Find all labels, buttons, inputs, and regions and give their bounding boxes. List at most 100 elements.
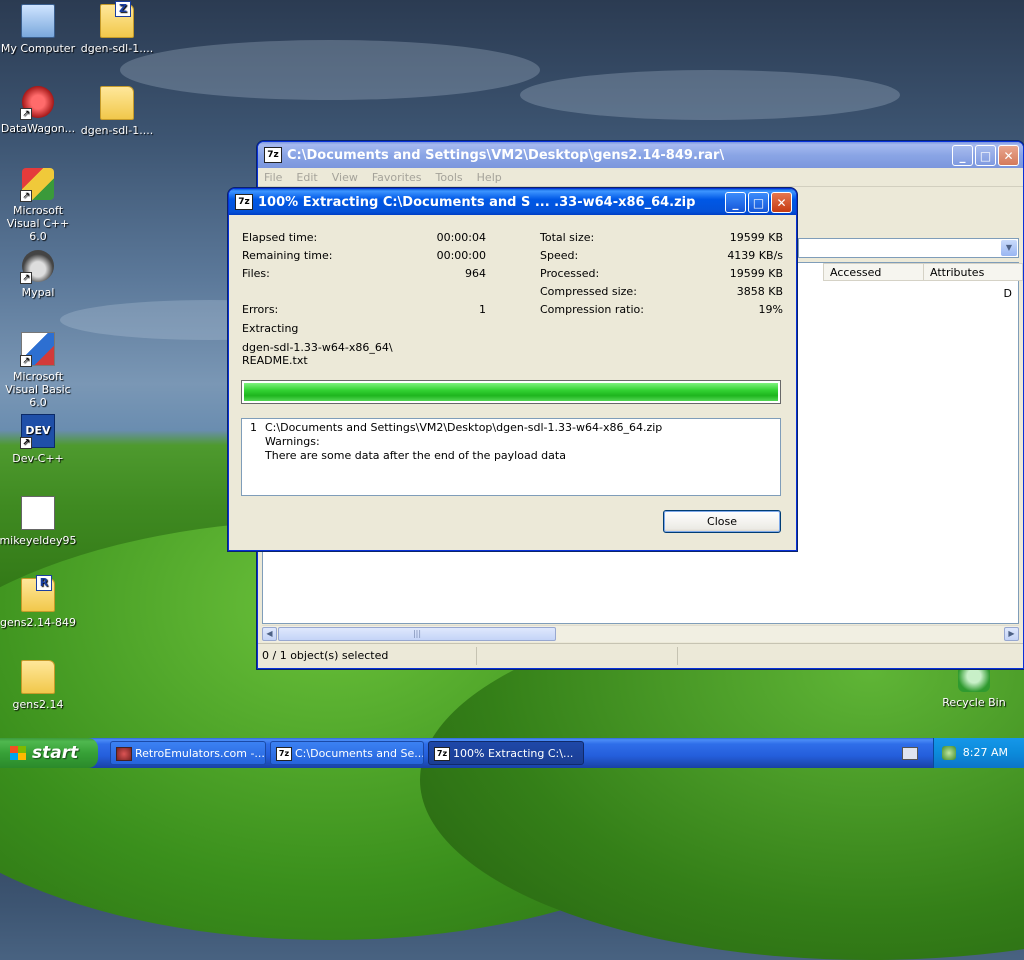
browser-icon bbox=[116, 747, 132, 761]
compressed-size-label: Compressed size: bbox=[540, 285, 637, 298]
computer-icon bbox=[21, 4, 55, 38]
menu-favorites[interactable]: Favorites bbox=[372, 171, 422, 184]
desktop-icon-label: Microsoft Visual C++ 6.0 bbox=[6, 204, 70, 243]
speed-row: Speed: 4139 KB/s bbox=[540, 249, 783, 263]
desktop-icon-visual-basic[interactable]: Microsoft Visual Basic 6.0 bbox=[0, 332, 78, 409]
taskbar-item-archive[interactable]: 7z C:\Documents and Se... bbox=[270, 741, 424, 765]
folder-icon bbox=[100, 86, 134, 120]
start-button[interactable]: start bbox=[0, 738, 98, 768]
message-warnings: Warnings: bbox=[265, 435, 320, 448]
keyboard-icon[interactable] bbox=[902, 747, 918, 760]
clock[interactable]: 8:27 AM bbox=[963, 738, 1008, 768]
windows-logo-icon bbox=[10, 746, 26, 760]
system-tray: 8:27 AM bbox=[933, 738, 1024, 768]
desktop-icon-gens-rar[interactable]: gens2.14-849 bbox=[0, 575, 78, 629]
errors-value: 1 bbox=[479, 303, 486, 316]
desktop-icon-mypal[interactable]: Mypal bbox=[0, 250, 78, 299]
menu-help[interactable]: Help bbox=[477, 171, 502, 184]
scroll-right-button[interactable]: ▶ bbox=[1004, 627, 1019, 641]
desktop-icon-gens-folder[interactable]: gens2.14 bbox=[0, 660, 78, 711]
menu-file[interactable]: File bbox=[264, 171, 282, 184]
menu-view[interactable]: View bbox=[332, 171, 358, 184]
window-title: C:\Documents and Settings\VM2\Desktop\ge… bbox=[287, 147, 725, 163]
desktop-icon-dgen-zip[interactable]: dgen-sdl-1.... bbox=[77, 1, 157, 55]
visual-basic-icon bbox=[20, 332, 55, 367]
desktop-icon-label: My Computer bbox=[0, 42, 76, 55]
message-index: 1 bbox=[250, 421, 257, 434]
desktop-icon-visual-cpp[interactable]: Microsoft Visual C++ 6.0 bbox=[0, 168, 78, 243]
current-file: README.txt bbox=[242, 354, 308, 367]
desktop-icon-datawagon[interactable]: DataWagon... bbox=[0, 86, 78, 135]
taskbar-item-label: RetroEmulators.com -... bbox=[135, 747, 265, 760]
desktop-icon-label: Recycle Bin bbox=[942, 696, 1006, 709]
files-row: Files: 964 bbox=[242, 267, 486, 281]
elapsed-time-value: 00:00:04 bbox=[436, 231, 486, 244]
desktop-icon-label: dgen-sdl-1.... bbox=[80, 42, 154, 55]
processed-value: 19599 KB bbox=[729, 267, 783, 280]
desktop-icon-label: Microsoft Visual Basic 6.0 bbox=[5, 370, 71, 409]
extract-progress-dialog: 7z 100% Extracting C:\Documents and S ..… bbox=[228, 188, 797, 551]
list-item-attributes[interactable]: D bbox=[1004, 287, 1012, 300]
desktop-icon-label: gens2.14-849 bbox=[0, 616, 76, 629]
compression-ratio-label: Compression ratio: bbox=[540, 303, 644, 316]
start-label: start bbox=[32, 743, 79, 763]
taskbar-item-extracting[interactable]: 7z 100% Extracting C:\... bbox=[428, 741, 584, 765]
chevron-down-icon[interactable]: ▼ bbox=[1001, 240, 1017, 256]
extracting-label: Extracting bbox=[242, 322, 299, 335]
progress-bar bbox=[241, 380, 781, 404]
folder-icon bbox=[21, 660, 55, 694]
seven-zip-icon: 7z bbox=[434, 747, 450, 761]
total-size-value: 19599 KB bbox=[729, 231, 783, 244]
progress-bar-fill bbox=[244, 383, 778, 401]
desktop-icon-dgen-folder[interactable]: dgen-sdl-1.... bbox=[77, 86, 157, 137]
total-size-row: Total size: 19599 KB bbox=[540, 231, 783, 245]
menu-tools[interactable]: Tools bbox=[436, 171, 463, 184]
speed-label: Speed: bbox=[540, 249, 579, 262]
desktop-icon-label: gens2.14 bbox=[12, 698, 64, 711]
desktop-icon-mikeyeldey95[interactable]: mikeyeldey95 bbox=[0, 496, 78, 547]
scroll-thumb[interactable]: ||| bbox=[278, 627, 556, 641]
archive-window-titlebar[interactable]: 7z C:\Documents and Settings\VM2\Desktop… bbox=[258, 142, 1023, 168]
status-bar: 0 / 1 object(s) selected bbox=[258, 643, 1023, 668]
taskbar-item-label: C:\Documents and Se... bbox=[295, 747, 424, 760]
horizontal-scrollbar[interactable]: ◀ ||| ▶ bbox=[262, 625, 1019, 642]
network-icon[interactable] bbox=[942, 746, 956, 760]
taskbar: start RetroEmulators.com -... 7z C:\Docu… bbox=[0, 738, 1024, 768]
compression-ratio-row: Compression ratio: 19% bbox=[540, 303, 783, 317]
status-segment bbox=[477, 647, 678, 665]
messages-box[interactable]: 1 C:\Documents and Settings\VM2\Desktop\… bbox=[241, 418, 781, 496]
datawagon-icon bbox=[20, 86, 54, 120]
rar-folder-icon bbox=[21, 575, 55, 612]
column-header-attributes[interactable]: Attributes bbox=[923, 263, 1023, 281]
remaining-time-value: 00:00:00 bbox=[436, 249, 486, 262]
close-button[interactable]: Close bbox=[663, 510, 781, 533]
column-header-accessed[interactable]: Accessed bbox=[823, 263, 925, 281]
desktop-icon-label: Dev-C++ bbox=[12, 452, 64, 465]
desktop-icon-label: Mypal bbox=[21, 286, 55, 299]
menu-edit[interactable]: Edit bbox=[296, 171, 317, 184]
desktop-icon-my-computer[interactable]: My Computer bbox=[0, 4, 78, 55]
close-window-button[interactable]: ✕ bbox=[998, 145, 1019, 166]
desktop-icon-label: mikeyeldey95 bbox=[0, 534, 77, 547]
file-icon bbox=[21, 496, 55, 530]
minimize-button[interactable]: _ bbox=[952, 145, 973, 166]
errors-row: Errors: 1 bbox=[242, 303, 486, 317]
compressed-size-row: Compressed size: 3858 KB bbox=[540, 285, 783, 299]
dialog-body: Elapsed time: 00:00:04 Remaining time: 0… bbox=[229, 189, 796, 550]
desktop-icon-label: dgen-sdl-1.... bbox=[80, 124, 154, 137]
visual-cpp-icon bbox=[20, 168, 54, 202]
zip-folder-icon bbox=[100, 1, 134, 38]
maximize-button[interactable]: □ bbox=[975, 145, 996, 166]
address-combo[interactable]: ▼ bbox=[798, 238, 1019, 258]
files-value: 964 bbox=[465, 267, 486, 280]
scroll-left-button[interactable]: ◀ bbox=[262, 627, 277, 641]
total-size-label: Total size: bbox=[540, 231, 595, 244]
elapsed-time-label: Elapsed time: bbox=[242, 231, 318, 244]
taskbar-item-label: 100% Extracting C:\... bbox=[453, 747, 574, 760]
status-segment bbox=[678, 647, 832, 665]
elapsed-time-row: Elapsed time: 00:00:04 bbox=[242, 231, 486, 245]
menu-bar: File Edit View Favorites Tools Help bbox=[258, 168, 1023, 187]
desktop-icon-devcpp[interactable]: DEV Dev-C++ bbox=[0, 414, 78, 465]
taskbar-item-browser[interactable]: RetroEmulators.com -... bbox=[110, 741, 266, 765]
remaining-time-label: Remaining time: bbox=[242, 249, 333, 262]
